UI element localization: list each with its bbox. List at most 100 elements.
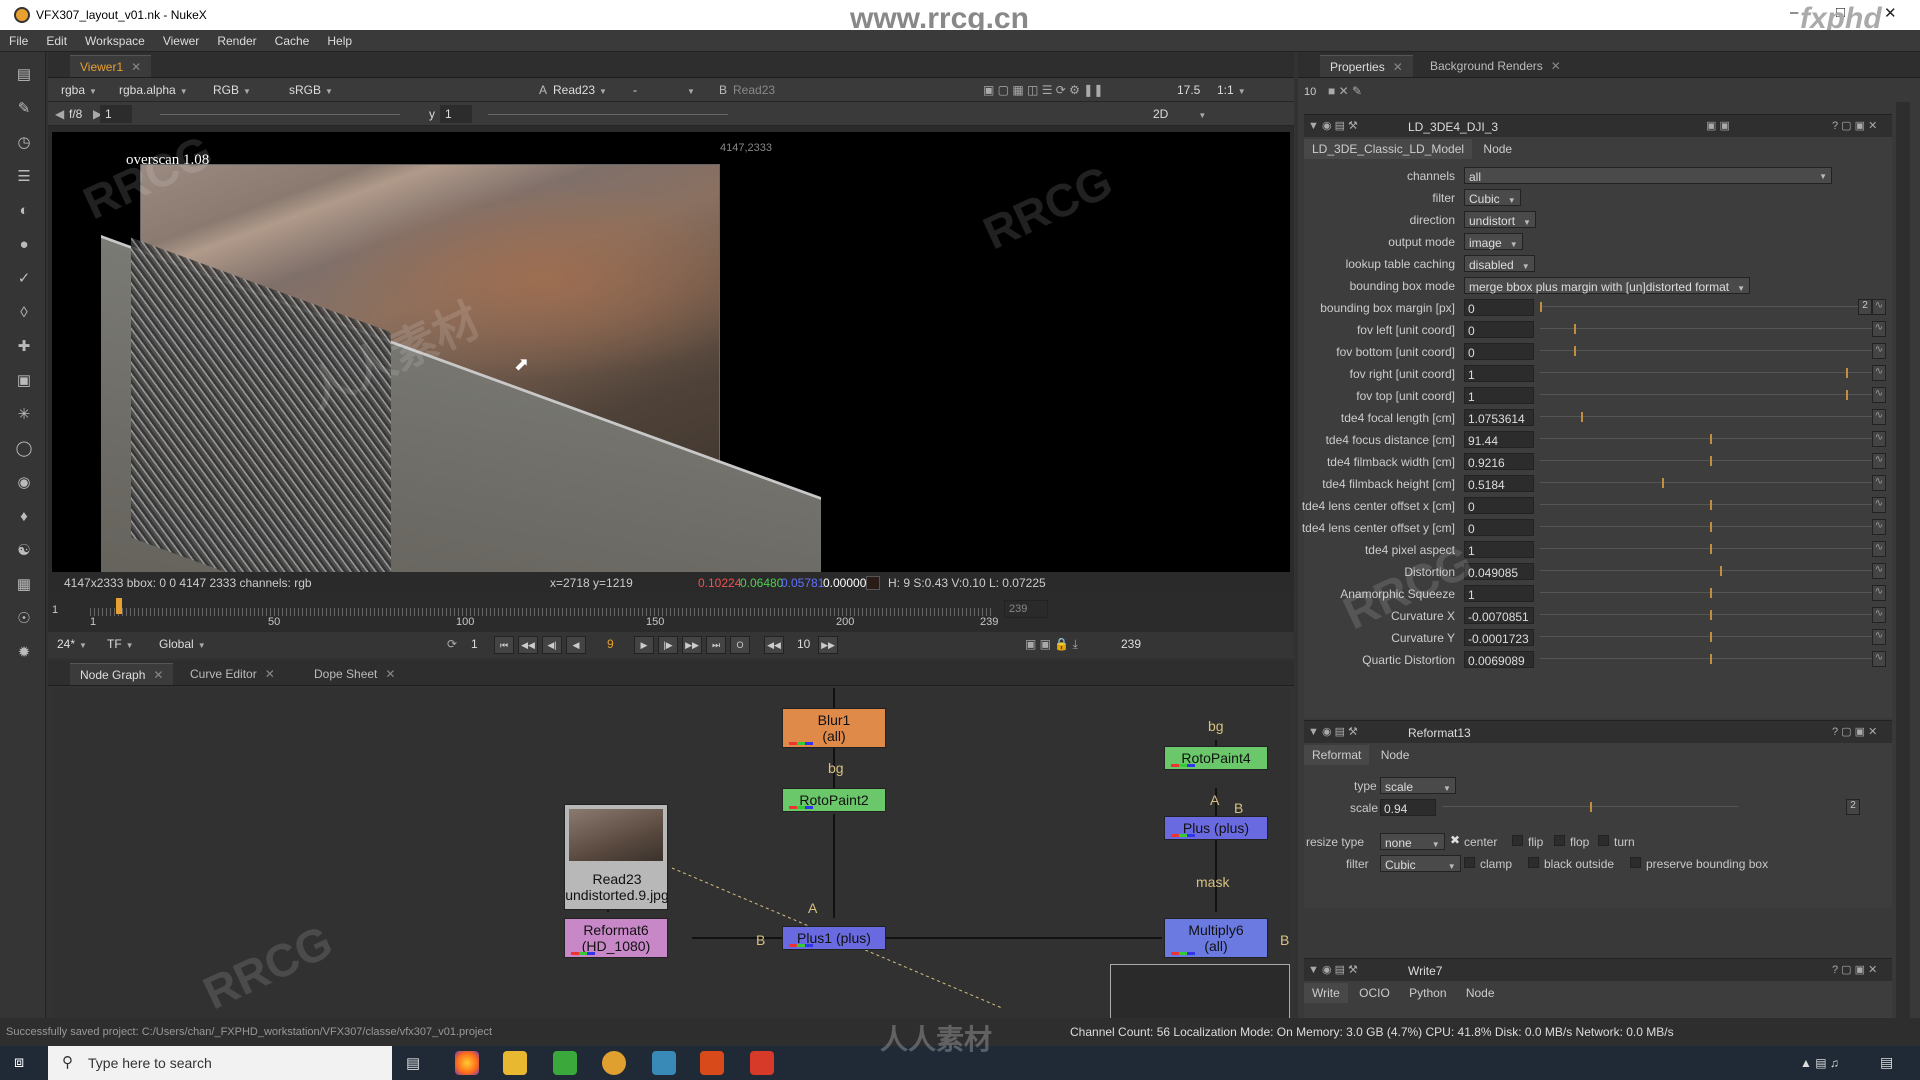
keyer-icon[interactable]: ✓ (15, 270, 33, 288)
filter-icon[interactable]: ● (15, 236, 33, 254)
node-rotopaint4[interactable]: RotoPaint4 (1164, 746, 1268, 770)
draw-icon[interactable]: ✎ (15, 100, 33, 118)
gain-slider[interactable] (160, 114, 400, 115)
animation-curve-icon[interactable]: ∿ (1872, 321, 1886, 337)
ld-row-value-field[interactable]: 91.44 (1464, 431, 1534, 448)
file-explorer-icon[interactable] (503, 1051, 527, 1075)
tab-node[interactable]: Node (1475, 139, 1520, 159)
animation-curve-icon[interactable]: ∿ (1872, 387, 1886, 403)
transform-icon[interactable]: ✚ (15, 338, 33, 356)
ld-row-slider[interactable] (1540, 302, 1880, 312)
node-read23[interactable]: Read23 undistorted.9.jpg (564, 804, 669, 910)
menu-edit[interactable]: Edit (37, 30, 76, 48)
section-window-icons[interactable]: ? ▢ ▣ ✕ (1832, 963, 1877, 976)
viewer-tool-icons[interactable]: ▣ ▢ ▦ ◫ ☰ ⟳ ⚙ ❚❚ (978, 81, 1108, 99)
close-tab-icon[interactable]: ✕ (153, 668, 163, 682)
flipbook-icons[interactable]: ▣ ▣ 🔒 ⤓ (1020, 635, 1083, 653)
gamma-slider[interactable] (488, 114, 728, 115)
slider-knob[interactable] (1710, 632, 1712, 642)
animation-curve-icon[interactable]: ∿ (1872, 607, 1886, 623)
ld-row-slider[interactable] (1540, 412, 1880, 422)
display-dropdown[interactable]: RGB ▼ (208, 81, 256, 99)
ld-row-value-field[interactable]: 1 (1464, 541, 1534, 558)
ld-row-value-field[interactable]: 1 (1464, 365, 1534, 382)
step-back-n-button[interactable]: ◀◀ (764, 636, 784, 654)
ld-row-value-field[interactable]: 0.9216 (1464, 453, 1534, 470)
plugins-icon[interactable]: ✹ (15, 644, 33, 662)
lut-dropdown[interactable]: sRGB ▼ (284, 81, 338, 99)
flop-checkbox[interactable] (1554, 835, 1565, 846)
nuke-taskbar-icon[interactable] (602, 1051, 626, 1075)
deep-icon[interactable]: ◯ (15, 440, 33, 458)
collapse-icon[interactable]: ▼ ◉ ▤ ⚒ (1308, 963, 1358, 976)
ld-row-slider[interactable] (1540, 544, 1880, 554)
panel-tools-icons[interactable]: ■ ✕ ✎ (1328, 84, 1362, 98)
loop-icon[interactable]: ⟳ (442, 635, 462, 653)
maya-icon[interactable] (652, 1051, 676, 1075)
ld-row-slider[interactable] (1540, 434, 1880, 444)
tab-node[interactable]: Node (1373, 745, 1418, 765)
slider-knob[interactable] (1846, 368, 1848, 378)
ld-row-dropdown[interactable]: undistort ▼ (1464, 211, 1536, 228)
filter-dropdown[interactable]: Cubic ▼ (1380, 855, 1461, 872)
tab-dope-sheet[interactable]: Dope Sheet ✕ (304, 663, 405, 685)
slider-knob[interactable] (1574, 346, 1576, 356)
menu-help[interactable]: Help (318, 30, 361, 48)
animation-curve-icon[interactable]: ∿ (1872, 475, 1886, 491)
ld-row-value-field[interactable]: 1 (1464, 585, 1534, 602)
turn-checkbox[interactable] (1598, 835, 1609, 846)
slider-knob[interactable] (1540, 302, 1542, 312)
collapse-icon[interactable]: ▼ ◉ ▤ ⚒ (1308, 725, 1358, 738)
scale-slider[interactable] (1442, 802, 1738, 812)
write-node-name[interactable]: Write7 (1408, 964, 1442, 978)
zoom-value[interactable]: 17.5 (1172, 81, 1205, 99)
tray-icons[interactable]: ▲ ▤ ♫ (1800, 1056, 1839, 1070)
notifications-icon[interactable]: ▤ (1880, 1054, 1893, 1071)
animation-curve-icon[interactable]: ∿ (1872, 519, 1886, 535)
time-icon[interactable]: ◷ (15, 134, 33, 152)
play-button[interactable]: ▶ (634, 636, 654, 654)
gain-field[interactable]: 1 (100, 105, 132, 123)
tab-properties[interactable]: Properties ✕ (1320, 55, 1413, 77)
ld-row-slider[interactable] (1540, 346, 1880, 356)
scale-split-button[interactable]: 2 (1846, 799, 1860, 815)
ld-row-slider[interactable] (1540, 324, 1880, 334)
slider-knob[interactable] (1710, 654, 1712, 664)
slider-knob[interactable] (1720, 566, 1723, 576)
ld-row-slider[interactable] (1540, 522, 1880, 532)
taskbar-search-input[interactable]: ⚲ Type here to search (48, 1046, 392, 1080)
fps-dropdown[interactable]: 24* ▼ (52, 635, 92, 653)
slider-knob[interactable] (1710, 500, 1712, 510)
animation-curve-icon[interactable]: ∿ (1872, 343, 1886, 359)
flip-checkbox[interactable] (1512, 835, 1523, 846)
slider-knob[interactable] (1662, 478, 1665, 488)
collapse-icon[interactable]: ▼ ◉ ▤ ⚒ (1308, 119, 1358, 132)
stop-button[interactable]: O (730, 636, 750, 654)
slider-knob[interactable] (1846, 390, 1848, 400)
prev-increment-button[interactable]: ◀| (542, 636, 562, 654)
ld-row-value-field[interactable]: -0.0001723 (1464, 629, 1534, 646)
current-frame[interactable]: 9 (602, 635, 619, 653)
slider-knob[interactable] (1710, 544, 1712, 554)
range-dropdown[interactable]: Global ▼ (154, 635, 211, 653)
timeline[interactable]: 1 50 100 150 200 239 1 239 (48, 594, 1294, 632)
section-tools-icons[interactable]: ▣ ▣ (1706, 119, 1730, 132)
close-tab-icon[interactable]: ✕ (1551, 59, 1561, 73)
ld-row-slider[interactable] (1540, 566, 1880, 576)
step-back-button[interactable]: ◀ (566, 636, 586, 654)
metadata-icon[interactable]: ♦ (15, 508, 33, 526)
animation-curve-icon[interactable]: ∿ (1872, 541, 1886, 557)
menu-cache[interactable]: Cache (266, 30, 319, 48)
node-blur1[interactable]: Blur1 (all) (782, 708, 886, 748)
step-forward-button[interactable]: |▶ (658, 636, 678, 654)
close-tab-icon[interactable]: ✕ (385, 667, 395, 681)
reformat-node-name[interactable]: Reformat13 (1408, 726, 1471, 740)
animation-curve-icon[interactable]: ∿ (1872, 497, 1886, 513)
particles-icon[interactable]: ✳ (15, 406, 33, 424)
tab-curve-editor[interactable]: Curve Editor ✕ (180, 663, 285, 685)
tab-background-renders[interactable]: Background Renders ✕ (1420, 55, 1571, 77)
slider-knob[interactable] (1710, 434, 1712, 444)
node-graph-canvas[interactable]: Blur1 (all) bg RotoPaint2 bg RotoPaint4 A… (52, 688, 1290, 1034)
tab-python[interactable]: Python (1401, 983, 1454, 1003)
slider-knob[interactable] (1710, 456, 1712, 466)
